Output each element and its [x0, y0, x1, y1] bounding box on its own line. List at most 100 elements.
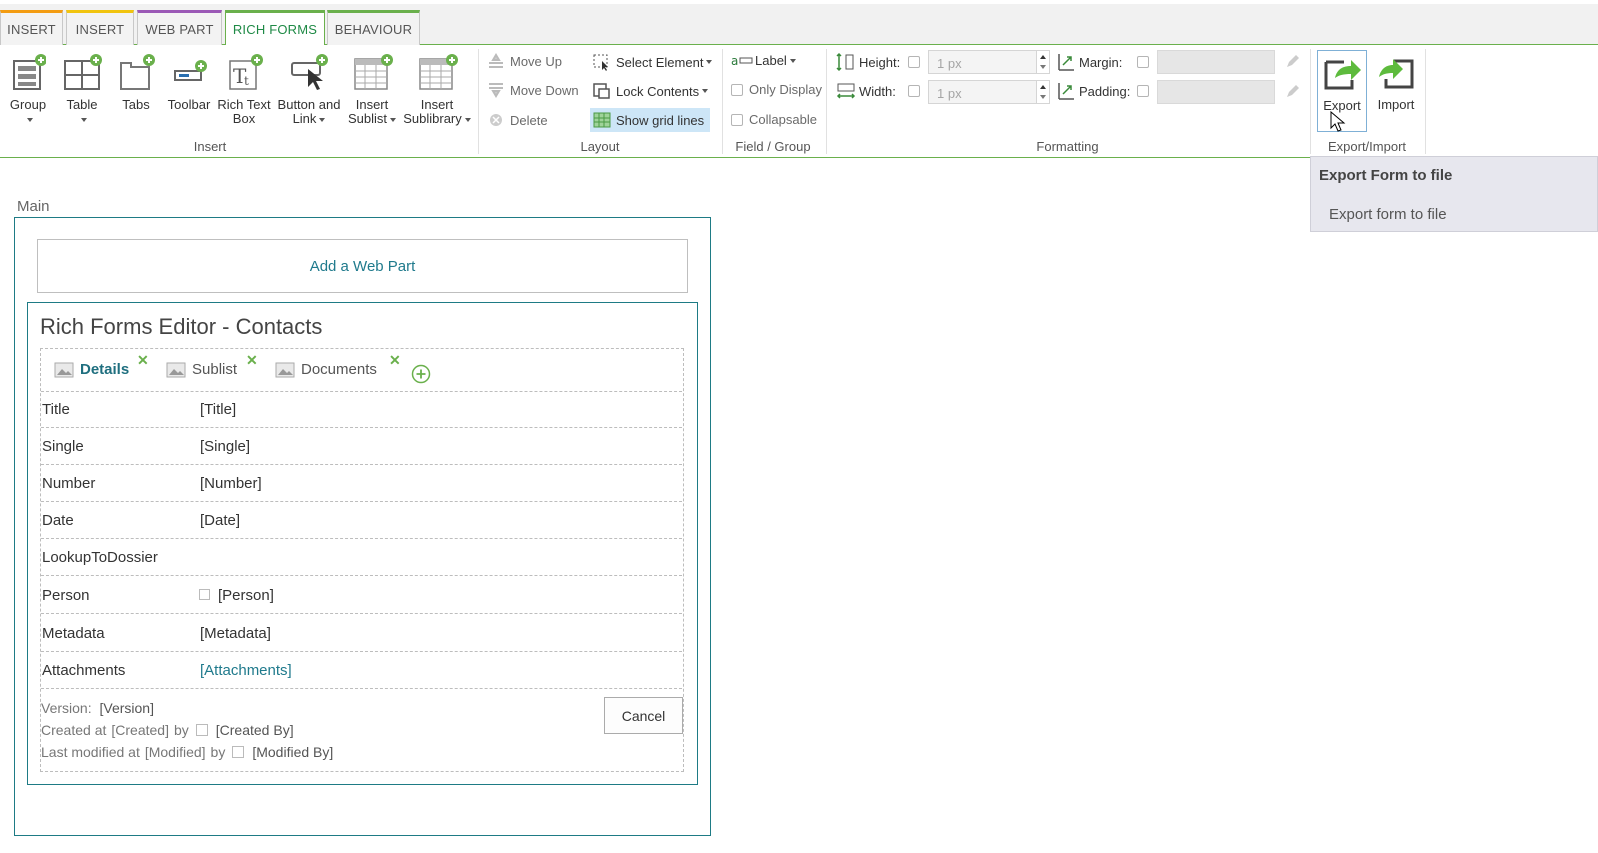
modified-info: Last modified at [Modified] by [Modified… [41, 744, 333, 760]
group-divider [722, 49, 723, 154]
insert-sublist-button[interactable]: Insert Sublist [345, 53, 399, 126]
created-value: [Created] [111, 722, 169, 738]
tab-label: INSERT [7, 21, 56, 37]
version-label: Version: [41, 700, 92, 716]
width-spinner[interactable] [1036, 80, 1050, 104]
height-checkbox[interactable] [908, 56, 920, 68]
show-grid-lines-button[interactable]: Show grid lines [590, 108, 711, 132]
table-button[interactable]: Table [60, 53, 104, 126]
field-value-number: [Number] [200, 475, 262, 492]
spinner-arrows-icon [1040, 85, 1046, 99]
move-up-label: Move Up [510, 53, 563, 69]
row-divider [41, 538, 682, 539]
margin-input[interactable] [1157, 50, 1275, 74]
add-tab-icon[interactable] [411, 364, 431, 384]
row-divider [41, 688, 682, 689]
modified-label: Last modified at [41, 744, 140, 760]
sublist-label-2: Sublist [347, 111, 388, 126]
rich-text-label-2: Box [232, 111, 256, 126]
field-label-person: Person [42, 587, 90, 604]
tab-web-part[interactable]: WEB PART [137, 10, 222, 45]
field-value-attachments[interactable]: [Attachments] [200, 662, 292, 679]
tab-label: RICH FORMS [232, 22, 318, 37]
chevron-down-icon [789, 58, 796, 63]
zone-label: Main [17, 198, 50, 215]
margin-icon [1058, 54, 1074, 71]
label-dropdown[interactable]: a Label [731, 53, 796, 68]
import-icon [1372, 53, 1420, 94]
collapsable-checkbox[interactable]: Collapsable [731, 112, 817, 127]
height-spinner[interactable] [1036, 50, 1050, 74]
move-down-label: Move Down [510, 82, 579, 98]
toolbar-button[interactable]: Toolbar [164, 53, 214, 112]
created-info: Created at [Created] by [Created By] [41, 722, 294, 738]
group-divider [1425, 49, 1426, 154]
layout-group-label: Layout [580, 139, 620, 154]
width-input[interactable]: 1 px [928, 80, 1038, 104]
move-up-icon [489, 53, 503, 68]
add-web-part-button[interactable]: Add a Web Part [37, 239, 688, 293]
toolbar-icon [164, 53, 214, 94]
tab-insert-1[interactable]: INSERT [0, 10, 63, 45]
select-element-label: Select Element [616, 54, 704, 70]
cancel-button[interactable]: Cancel [604, 697, 683, 734]
tabs-button[interactable]: Tabs [116, 53, 156, 112]
only-display-label: Only Display [749, 82, 822, 97]
tab-label: BEHAVIOUR [334, 21, 413, 37]
group-button[interactable]: Group [6, 53, 50, 126]
form-tab-details[interactable]: Details [54, 361, 129, 378]
field-label-title: Title [42, 401, 70, 418]
insert-sublibrary-button[interactable]: Insert Sublibrary [401, 53, 473, 126]
group-label: Group [9, 97, 47, 112]
group-divider [1310, 49, 1311, 154]
move-down-button[interactable]: Move Down [487, 82, 579, 98]
chevron-down-icon [319, 117, 326, 122]
pencil-icon[interactable] [1284, 84, 1300, 100]
svg-text:a: a [731, 54, 738, 68]
remove-tab-icon[interactable]: ✕ [246, 352, 258, 369]
created-by-label: by [173, 722, 189, 738]
height-label: Height: [859, 54, 901, 70]
person-presence-icon [195, 724, 208, 736]
row-divider [41, 575, 682, 576]
field-label-attachments: Attachments [42, 662, 126, 679]
checkbox[interactable] [731, 83, 743, 96]
tab-rich-forms[interactable]: RICH FORMS [225, 10, 325, 46]
width-checkbox[interactable] [908, 85, 920, 97]
remove-tab-icon[interactable]: ✕ [389, 352, 401, 369]
only-display-checkbox[interactable]: Only Display [731, 82, 822, 97]
group-divider [478, 49, 479, 154]
checkbox[interactable] [731, 113, 743, 126]
created-by-value: [Created By] [215, 722, 294, 738]
padding-checkbox[interactable] [1137, 85, 1149, 97]
lock-contents-button[interactable]: Lock Contents [592, 82, 709, 100]
pencil-icon[interactable] [1284, 54, 1300, 70]
person-presence-icon [199, 589, 210, 600]
move-up-button[interactable]: Move Up [487, 53, 562, 69]
field-label-lookup: LookupToDossier [42, 549, 158, 566]
import-button[interactable]: Import [1372, 53, 1420, 112]
row-divider [41, 501, 682, 502]
padding-input[interactable] [1157, 80, 1275, 104]
rich-text-box-button[interactable]: Tt Rich Text Box [216, 53, 272, 126]
form-tab-documents[interactable]: Documents [275, 361, 377, 378]
delete-button[interactable]: Delete [487, 112, 548, 128]
tab-behaviour[interactable]: BEHAVIOUR [327, 10, 420, 45]
sublist-icon [345, 53, 399, 94]
field-label-metadata: Metadata [42, 625, 105, 642]
form-tab-sublist[interactable]: Sublist [166, 361, 237, 378]
select-element-button[interactable]: Select Element [592, 53, 713, 71]
height-input[interactable]: 1 px [928, 50, 1038, 74]
export-icon [1318, 54, 1366, 95]
remove-tab-icon[interactable]: ✕ [137, 352, 149, 369]
button-and-link-button[interactable]: Button and Link [274, 53, 344, 126]
grid-icon [593, 112, 611, 128]
table-icon [60, 53, 104, 94]
tab-label: INSERT [75, 21, 125, 37]
tab-insert-2[interactable]: INSERT [66, 10, 134, 45]
button-link-icon [274, 53, 344, 94]
lock-contents-label: Lock Contents [616, 83, 700, 99]
insert-group-label: Insert [193, 139, 227, 154]
table-label: Table [66, 97, 98, 112]
margin-checkbox[interactable] [1137, 56, 1149, 68]
